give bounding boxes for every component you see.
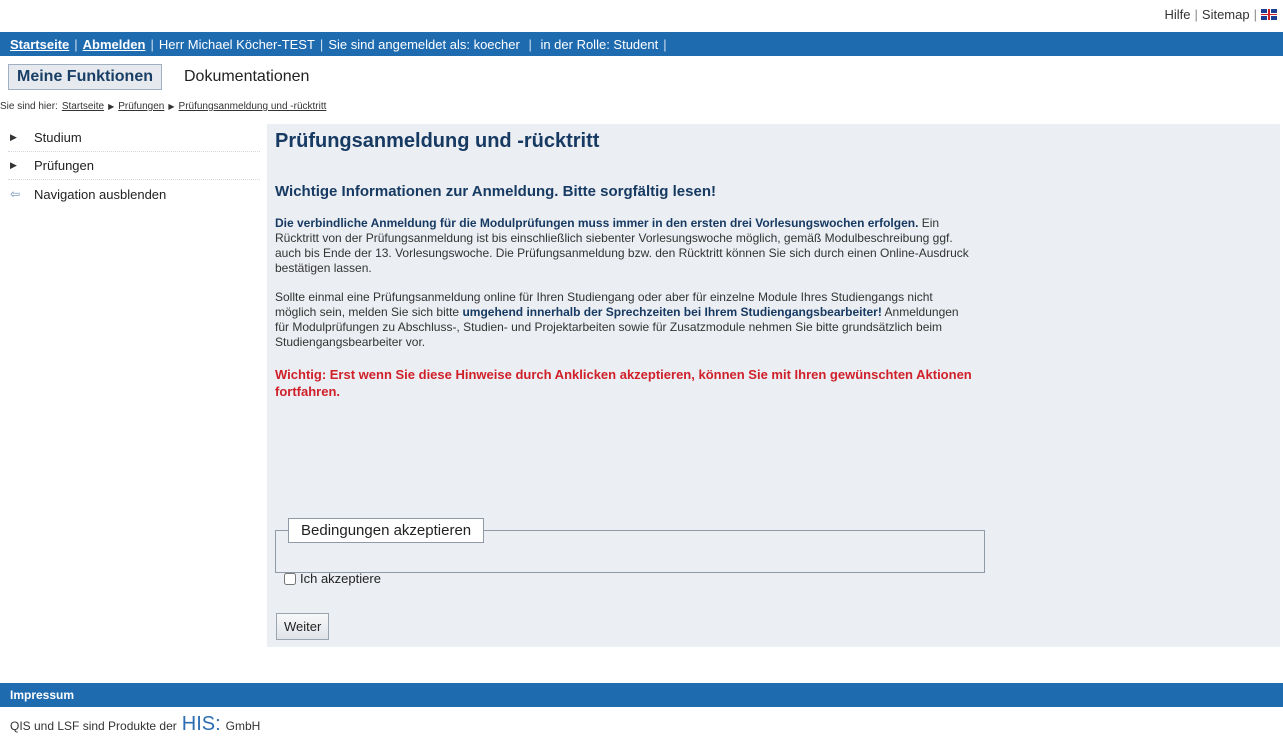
next-button[interactable]: Weiter [276, 613, 330, 640]
separator: | [524, 36, 536, 52]
warning-text: Wichtig: Erst wenn Sie diese Hinweise du… [275, 367, 972, 399]
footer-logo-suffix: GmbH [225, 719, 261, 733]
his-logo-text: HIS [181, 713, 216, 735]
arrow-left-icon: ⇦ [10, 187, 21, 201]
accept-checkbox[interactable] [284, 572, 296, 585]
accept-checkbox-row[interactable]: Ich akzeptiere [284, 571, 381, 586]
sitemap-link[interactable]: Sitemap [1202, 7, 1250, 22]
sidebar-item-hide-navigation[interactable]: ⇦ Navigation ausblenden [8, 180, 260, 208]
sidebar-nav: ▶ Studium ▶ Prüfungen ⇦ Navigation ausbl… [8, 124, 260, 208]
separator: | [150, 36, 154, 52]
page-title: Prüfungsanmeldung und -rücktritt [275, 130, 600, 152]
home-link[interactable]: Startseite [10, 37, 69, 52]
sidebar-item-label: Prüfungen [34, 158, 94, 173]
logout-link[interactable]: Abmelden [83, 37, 146, 52]
sidebar-item-label: Navigation ausblenden [34, 186, 167, 202]
separator: | [1194, 7, 1198, 22]
role-info: in der Rolle: Student [540, 36, 659, 52]
footer-bar: Impressum [0, 683, 1283, 707]
impressum-link[interactable]: Impressum [10, 688, 74, 702]
info-bold-text: Die verbindliche Anmeldung für die Modul… [275, 216, 919, 230]
separator: | [1253, 7, 1257, 22]
sidebar-item-label: Studium [34, 130, 82, 145]
triangle-right-icon: ▶ [10, 132, 17, 142]
chevron-right-icon: ▶ [168, 102, 175, 111]
info-bold-text: umgehend innerhalb der Sprechzeiten bei … [462, 305, 882, 319]
footer-product-text: QIS und LSF sind Produkte der [10, 719, 177, 733]
info-paragraph-2: Sollte einmal eine Prüfungsanmeldung onl… [275, 290, 975, 350]
breadcrumb-pruefungen[interactable]: Prüfungen [118, 101, 164, 112]
breadcrumb-prefix: Sie sind hier: [0, 101, 58, 112]
sidebar-item-pruefungen[interactable]: ▶ Prüfungen [8, 152, 260, 180]
user-name: Herr Michael Köcher-TEST [158, 36, 315, 52]
utility-links: Hilfe | Sitemap | [1165, 7, 1277, 22]
breadcrumb-home[interactable]: Startseite [62, 101, 104, 112]
info-paragraph-1: Die verbindliche Anmeldung für die Modul… [275, 216, 975, 276]
separator: | [319, 36, 324, 52]
main-panel: Prüfungsanmeldung und -rücktritt Wichtig… [267, 124, 1280, 647]
accept-checkbox-label: Ich akzeptiere [300, 571, 381, 586]
triangle-right-icon: ▶ [10, 160, 17, 170]
separator: | [663, 36, 667, 52]
uk-flag-icon[interactable] [1261, 9, 1277, 20]
top-nav-bar: Startseite | Abmelden | Herr Michael Köc… [0, 32, 1283, 56]
accept-conditions-fieldset: Bedingungen akzeptieren Ich akzeptiere [275, 518, 985, 586]
tab-dokumentationen[interactable]: Dokumentationen [184, 68, 309, 86]
separator: | [74, 36, 78, 52]
breadcrumb-current[interactable]: Prüfungsanmeldung und -rücktritt [179, 101, 327, 112]
his-logo: HIS: [181, 713, 221, 735]
footer-text: QIS und LSF sind Produkte der HIS: GmbH [10, 713, 261, 735]
fieldset-legend: Bedingungen akzeptieren [288, 518, 485, 543]
tab-meine-funktionen[interactable]: Meine Funktionen [8, 64, 162, 90]
login-info: Sie sind angemeldet als: koecher [328, 36, 520, 52]
chevron-right-icon: ▶ [108, 102, 115, 111]
function-tabs: Meine Funktionen Dokumentationen [8, 64, 309, 90]
sidebar-item-studium[interactable]: ▶ Studium [8, 124, 260, 152]
section-heading: Wichtige Informationen zur Anmeldung. Bi… [275, 183, 716, 200]
help-link[interactable]: Hilfe [1165, 7, 1191, 22]
breadcrumb: Sie sind hier: Startseite ▶ Prüfungen ▶ … [0, 101, 326, 112]
